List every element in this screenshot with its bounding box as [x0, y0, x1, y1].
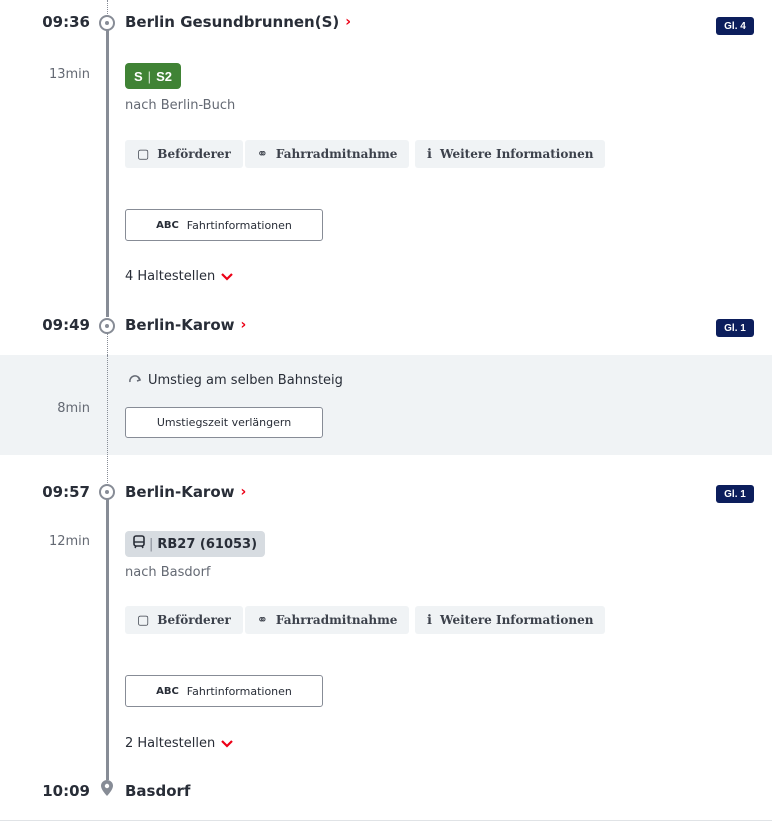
leg-duration: 13min	[48, 67, 90, 82]
info-icon: ℹ	[427, 612, 432, 628]
departure-time: 09:57	[42, 483, 90, 501]
chevron-right-icon: ›	[345, 14, 352, 30]
bus-icon: ▢	[137, 146, 150, 162]
carrier-chip[interactable]: ▢ Beförderer	[125, 606, 243, 634]
trip-info-button[interactable]: ABC Fahrtinformationen	[125, 209, 323, 241]
stop-node-icon	[99, 318, 115, 334]
chevron-down-icon	[221, 737, 233, 751]
info-chip[interactable]: ℹ Weitere Informationen	[415, 606, 606, 634]
bike-icon: ⚭	[257, 612, 268, 628]
destination-text: nach Berlin-Buch	[125, 98, 236, 113]
station-name: Berlin Gesundbrunnen(S)	[125, 13, 340, 31]
departure-station-link[interactable]: Berlin Gesundbrunnen(S) ›	[125, 13, 351, 31]
timeline-dotted-top	[107, 0, 108, 14]
info-icon: ℹ	[427, 146, 432, 162]
platform-badge: Gl. 4	[716, 17, 754, 35]
stop-node-icon	[99, 484, 115, 500]
transfer-icon	[128, 373, 142, 388]
station-name: Basdorf	[125, 782, 191, 800]
line-name: S2	[156, 68, 172, 84]
arrival-time: 10:09	[42, 782, 90, 800]
chevron-right-icon: ›	[240, 317, 247, 333]
timeline-leg2	[106, 498, 109, 780]
departure-station-link[interactable]: Berlin-Karow ›	[125, 483, 246, 501]
departure-time: 09:36	[42, 13, 90, 31]
abc-icon: ABC	[156, 685, 179, 697]
trip-info-button[interactable]: ABC Fahrtinformationen	[125, 675, 323, 707]
extend-transfer-button[interactable]: Umstiegszeit verlängern	[125, 407, 323, 438]
timeline-transfer-over	[107, 355, 108, 455]
transfer-info: Umstieg am selben Bahnsteig	[128, 373, 343, 388]
stops-toggle[interactable]: 2 Haltestellen	[125, 736, 233, 751]
abc-icon: ABC	[156, 219, 179, 231]
divider	[0, 820, 772, 821]
bus-icon: ▢	[137, 612, 150, 628]
transfer-section	[0, 355, 772, 455]
sbahn-logo-icon: S	[134, 68, 143, 84]
line-name: RB27 (61053)	[157, 536, 258, 552]
stop-node-icon	[99, 15, 115, 31]
arrival-time: 09:49	[42, 316, 90, 334]
arrival-station-link[interactable]: Berlin-Karow ›	[125, 316, 246, 334]
destination-text: nach Basdorf	[125, 565, 211, 580]
info-chip[interactable]: ℹ Weitere Informationen	[415, 140, 606, 168]
station-name: Berlin-Karow	[125, 483, 235, 501]
line-badge-regional[interactable]: | RB27 (61053)	[125, 531, 266, 557]
leg-duration: 12min	[48, 534, 90, 549]
bike-icon: ⚭	[257, 146, 268, 162]
chevron-down-icon	[221, 270, 233, 284]
chevron-right-icon: ›	[240, 484, 247, 500]
platform-badge: Gl. 1	[716, 319, 754, 337]
destination-pin-icon	[101, 780, 113, 796]
bike-chip[interactable]: ⚭ Fahrradmitnahme	[245, 606, 410, 634]
carrier-chip[interactable]: ▢ Beförderer	[125, 140, 243, 168]
final-station: Basdorf	[125, 782, 190, 800]
timeline-leg1	[106, 30, 109, 317]
stops-toggle[interactable]: 4 Haltestellen	[125, 269, 233, 284]
bike-chip[interactable]: ⚭ Fahrradmitnahme	[245, 140, 410, 168]
station-name: Berlin-Karow	[125, 316, 235, 334]
line-badge-sbahn[interactable]: S | S2	[125, 63, 181, 89]
platform-badge: Gl. 1	[716, 485, 754, 503]
train-icon	[133, 535, 145, 553]
transfer-duration: 8min	[57, 401, 90, 416]
